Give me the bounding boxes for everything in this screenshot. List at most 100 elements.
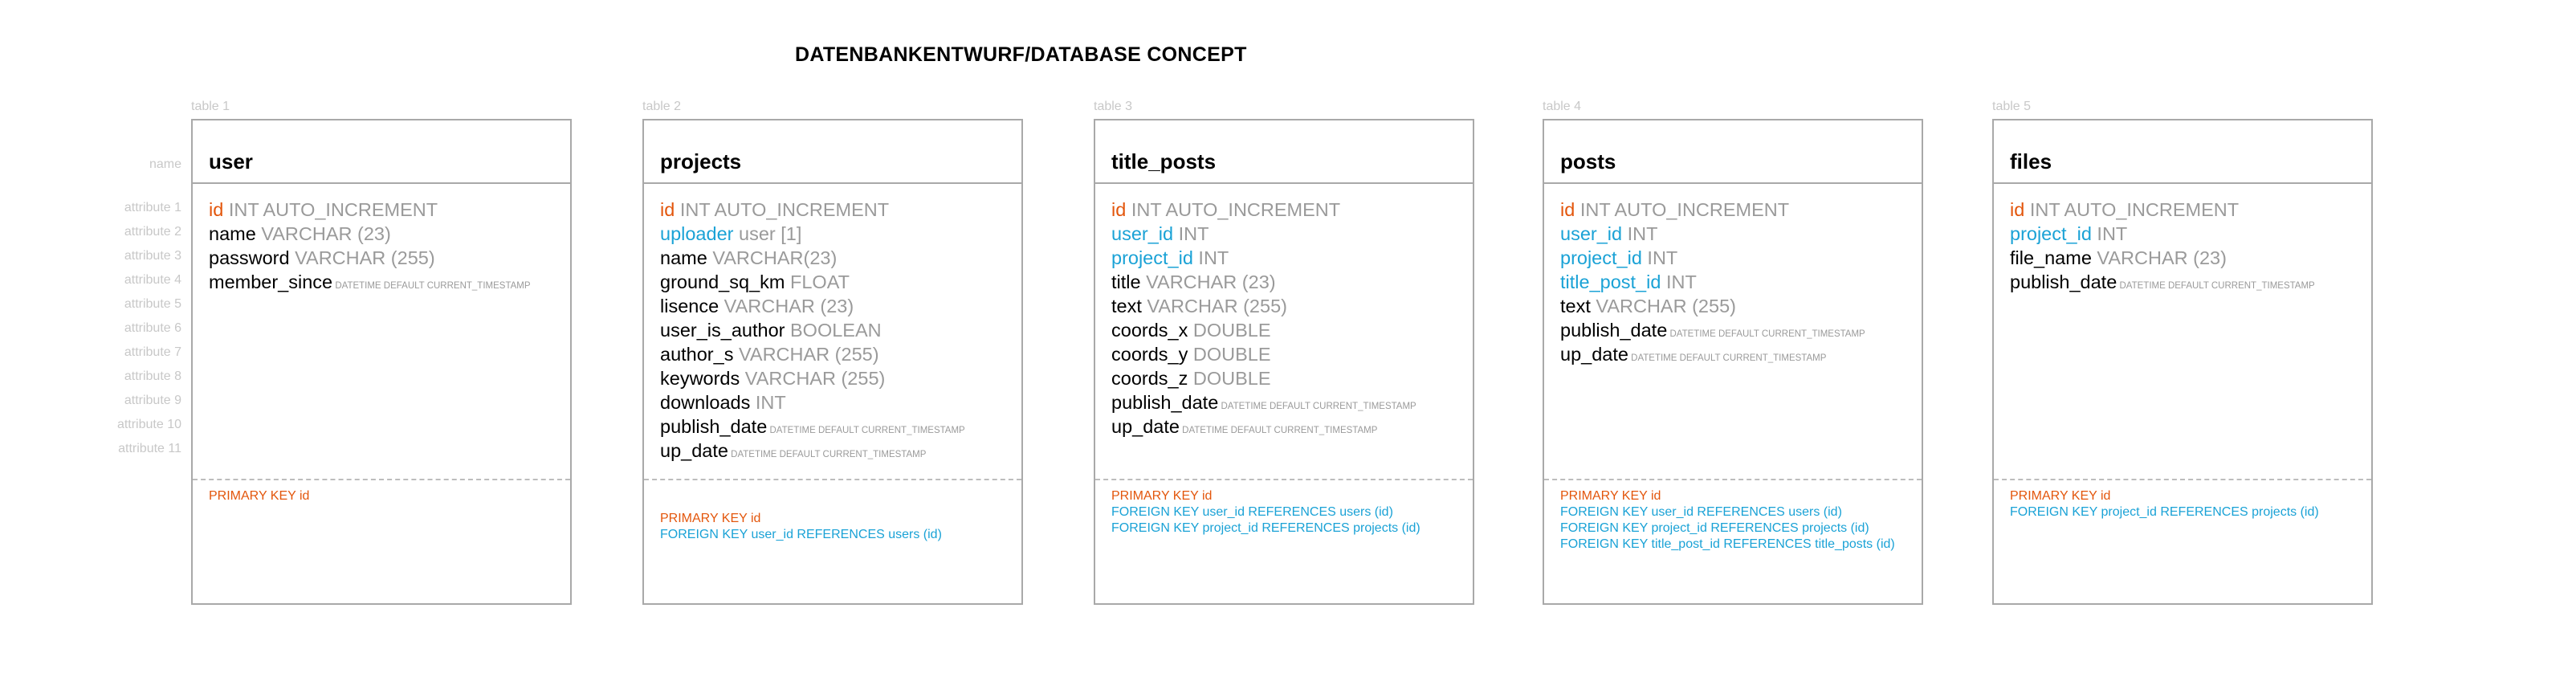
attribute-row: publish_date DATETIME DEFAULT CURRENT_TI… xyxy=(1111,390,1468,414)
key-list: PRIMARY KEY id FOREIGN KEY user_id REFERE… xyxy=(1560,488,1917,553)
attribute-type: INT xyxy=(1641,247,1678,268)
row-label-attribute: attribute 2 xyxy=(124,225,181,239)
keys-divider xyxy=(1994,479,2371,480)
attribute-name: user_is_author xyxy=(660,320,785,341)
attribute-name: up_date xyxy=(1560,344,1628,365)
row-label-attribute: attribute 4 xyxy=(124,273,181,287)
row-label-attribute: attribute 10 xyxy=(116,418,181,431)
attribute-type: INT xyxy=(2091,223,2128,244)
attribute-name: coords_z xyxy=(1111,368,1188,389)
attribute-name: title_post_id xyxy=(1560,271,1661,292)
table-card-user: user id INT AUTO_INCREMENT name VARCHAR (2… xyxy=(191,119,572,605)
attribute-default: DATETIME DEFAULT CURRENT_TIMESTAMP xyxy=(1628,353,1827,363)
attribute-list: id INT AUTO_INCREMENT project_id INT file_… xyxy=(2010,198,2366,294)
header-divider xyxy=(193,182,570,184)
attribute-row: coords_y DOUBLE xyxy=(1111,342,1468,366)
attribute-name: publish_date xyxy=(1560,320,1668,341)
attribute-name: id xyxy=(1111,199,1127,220)
attribute-name: project_id xyxy=(1560,247,1642,268)
attribute-type: VARCHAR(23) xyxy=(707,247,838,268)
attribute-row: file_name VARCHAR (23) xyxy=(2010,246,2366,270)
attribute-type: INT xyxy=(1622,223,1658,244)
keys-divider xyxy=(644,479,1021,480)
row-label-attribute: attribute 3 xyxy=(124,249,181,263)
row-label-attribute: attribute 11 xyxy=(118,442,181,455)
attribute-row: user_id INT xyxy=(1111,222,1468,246)
key-list: PRIMARY KEY id FOREIGN KEY project_id REF… xyxy=(2010,488,2366,520)
attribute-type: INT AUTO_INCREMENT xyxy=(1126,199,1341,220)
attribute-name: publish_date xyxy=(2010,271,2117,292)
foreign-key: FOREIGN KEY project_id REFERENCES projec… xyxy=(2010,505,2319,519)
attribute-name: downloads xyxy=(660,392,751,413)
diagram-title: DATENBANKENTWURF/DATABASE CONCEPT xyxy=(795,43,1247,66)
keys-divider xyxy=(1544,479,1922,480)
table-name: user xyxy=(209,149,253,173)
table-label: table 5 xyxy=(1992,100,2032,113)
attribute-list: id INT AUTO_INCREMENT user_id INT project_… xyxy=(1560,198,1917,366)
attribute-name: title xyxy=(1111,271,1141,292)
attribute-row: uploader user [1] xyxy=(660,222,1017,246)
attribute-row: keywords VARCHAR (255) xyxy=(660,366,1017,390)
attribute-default: DATETIME DEFAULT CURRENT_TIMESTAMP xyxy=(1218,402,1416,411)
attribute-type: user [1] xyxy=(733,223,802,244)
attribute-row: id INT AUTO_INCREMENT xyxy=(209,198,565,222)
key-list: PRIMARY KEY id FOREIGN KEY user_id REFERE… xyxy=(1111,488,1468,537)
attribute-type: INT AUTO_INCREMENT xyxy=(2024,199,2240,220)
attribute-row: up_date DATETIME DEFAULT CURRENT_TIMESTA… xyxy=(1111,414,1468,439)
attribute-type: VARCHAR (255) xyxy=(740,368,886,389)
attribute-name: publish_date xyxy=(1111,392,1219,413)
attribute-type: INT xyxy=(750,392,786,413)
attribute-list: id INT AUTO_INCREMENT uploader user [1] na… xyxy=(660,198,1017,463)
attribute-row: name VARCHAR (23) xyxy=(209,222,565,246)
attribute-name: up_date xyxy=(660,440,728,461)
row-label-name: name xyxy=(149,157,181,171)
attribute-name: id xyxy=(2010,199,2025,220)
table-label: table 2 xyxy=(642,100,682,113)
attribute-type: INT AUTO_INCREMENT xyxy=(1575,199,1790,220)
row-label-attribute: attribute 8 xyxy=(124,369,181,383)
primary-key: PRIMARY KEY id xyxy=(1111,489,1213,503)
table-label: table 4 xyxy=(1543,100,1582,113)
table-card-title-posts: title_posts id INT AUTO_INCREMENT user_id … xyxy=(1094,119,1474,605)
attribute-row: lisence VARCHAR (23) xyxy=(660,294,1017,318)
table-card-posts: posts id INT AUTO_INCREMENT user_id INT pro… xyxy=(1543,119,1923,605)
attribute-row: title VARCHAR (23) xyxy=(1111,270,1468,294)
attribute-row: id INT AUTO_INCREMENT xyxy=(2010,198,2366,222)
header-divider xyxy=(1544,182,1922,184)
table-label: table 3 xyxy=(1094,100,1133,113)
attribute-type: INT xyxy=(1192,247,1229,268)
attribute-name: name xyxy=(660,247,707,268)
attribute-name: ground_sq_km xyxy=(660,271,785,292)
attribute-name: name xyxy=(209,223,256,244)
table-label: table 1 xyxy=(191,100,230,113)
attribute-default: DATETIME DEFAULT CURRENT_TIMESTAMP xyxy=(767,426,965,435)
attribute-type: DOUBLE xyxy=(1188,344,1271,365)
table-card-files: files id INT AUTO_INCREMENT project_id INT… xyxy=(1992,119,2373,605)
attribute-type: VARCHAR (23) xyxy=(719,296,854,316)
attribute-name: up_date xyxy=(1111,416,1180,437)
attribute-row: publish_date DATETIME DEFAULT CURRENT_TI… xyxy=(2010,270,2366,294)
attribute-default: DATETIME DEFAULT CURRENT_TIMESTAMP xyxy=(2117,281,2315,291)
row-label-attribute: attribute 6 xyxy=(124,321,181,335)
attribute-name: member_since xyxy=(209,271,333,292)
foreign-key: FOREIGN KEY title_post_id REFERENCES tit… xyxy=(1560,537,1895,551)
attribute-name: author_s xyxy=(660,344,734,365)
attribute-name: user_id xyxy=(1560,223,1623,244)
attribute-default: DATETIME DEFAULT CURRENT_TIMESTAMP xyxy=(1179,426,1378,435)
attribute-type: VARCHAR (23) xyxy=(255,223,391,244)
attribute-type: VARCHAR (255) xyxy=(1590,296,1736,316)
attribute-row: password VARCHAR (255) xyxy=(209,246,565,270)
row-label-attribute: attribute 5 xyxy=(124,297,181,311)
attribute-name: coords_y xyxy=(1111,344,1188,365)
attribute-name: user_id xyxy=(1111,223,1174,244)
row-label-attribute: attribute 9 xyxy=(124,394,181,407)
attribute-type: DOUBLE xyxy=(1188,320,1271,341)
foreign-key: FOREIGN KEY project_id REFERENCES projec… xyxy=(1560,521,1869,535)
attribute-row: project_id INT xyxy=(1111,246,1468,270)
attribute-row: coords_x DOUBLE xyxy=(1111,318,1468,342)
key-list: PRIMARY KEY id FOREIGN KEY user_id REFERE… xyxy=(660,511,1017,543)
attribute-row: coords_z DOUBLE xyxy=(1111,366,1468,390)
foreign-key: FOREIGN KEY user_id REFERENCES users (id… xyxy=(660,528,942,541)
attribute-type: VARCHAR (255) xyxy=(1141,296,1287,316)
attribute-row: ground_sq_km FLOAT xyxy=(660,270,1017,294)
